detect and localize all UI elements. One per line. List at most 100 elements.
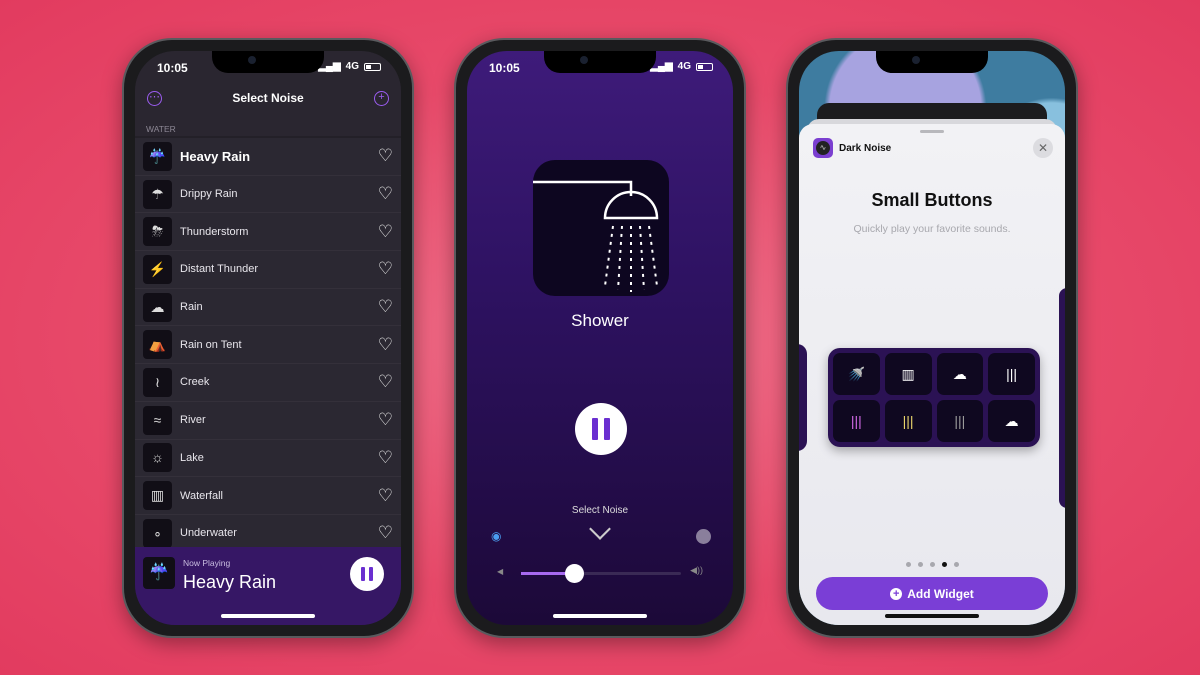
rain-icon: ☁ bbox=[143, 292, 172, 322]
add-widget-label: Add Widget bbox=[907, 586, 974, 601]
sheet-grabber[interactable] bbox=[920, 130, 944, 133]
list-item-label: Distant Thunder bbox=[180, 263, 259, 276]
battery-icon bbox=[696, 62, 713, 71]
list-item[interactable]: ☂ Drippy Rain ♡ bbox=[135, 175, 401, 214]
shower-artwork bbox=[533, 160, 669, 296]
phone-player: 10:05 ▂▄▆ 4G Shower Select Noise ◉ ◀ ◀)) bbox=[454, 38, 746, 638]
lake-icon: ☼ bbox=[143, 443, 172, 473]
volume-high-icon: ◀)) bbox=[690, 565, 703, 575]
list-item[interactable]: ☼ Lake ♡ bbox=[135, 439, 401, 478]
section-header: WATER bbox=[146, 124, 176, 134]
tent-icon: ⛺ bbox=[143, 330, 172, 360]
drippy-rain-icon: ☂ bbox=[143, 179, 172, 209]
airplay-icon[interactable]: ◉ bbox=[491, 529, 501, 543]
widget-sound-button[interactable]: ||| bbox=[884, 400, 932, 442]
list-item[interactable]: ⛺ Rain on Tent ♡ bbox=[135, 326, 401, 365]
camera bbox=[912, 56, 920, 64]
volume-knob[interactable] bbox=[564, 564, 584, 583]
add-widget-button[interactable]: + Add Widget bbox=[816, 577, 1048, 610]
plus-icon: + bbox=[890, 587, 903, 600]
list-item-label: Thunderstorm bbox=[180, 225, 249, 238]
page-dot[interactable] bbox=[953, 562, 959, 567]
heart-icon[interactable]: ♡ bbox=[378, 146, 393, 166]
creek-icon: ≀ bbox=[143, 367, 172, 397]
list-item[interactable]: ▥ Waterfall ♡ bbox=[135, 477, 401, 515]
widget-sound-button[interactable]: 🚿 bbox=[833, 353, 880, 395]
status-right: ▂▄▆ 4G bbox=[650, 61, 713, 72]
network-label: 4G bbox=[677, 61, 691, 72]
pause-button[interactable] bbox=[575, 403, 627, 455]
now-playing-caption: Now Playing bbox=[183, 558, 231, 568]
heart-icon[interactable]: ♡ bbox=[378, 222, 393, 242]
list-item[interactable]: ☔ Heavy Rain ♡ bbox=[135, 138, 401, 176]
heart-icon[interactable]: ♡ bbox=[378, 410, 393, 430]
heart-icon[interactable]: ♡ bbox=[378, 448, 393, 468]
heavy-rain-icon: ☔ bbox=[143, 141, 172, 171]
widget-title: Small Buttons bbox=[871, 190, 993, 210]
chevron-down-icon[interactable] bbox=[589, 518, 611, 540]
page-dot[interactable] bbox=[929, 562, 935, 567]
previous-widget-preview[interactable] bbox=[799, 344, 807, 451]
list-item[interactable]: ≈ River ♡ bbox=[135, 401, 401, 440]
heart-icon[interactable]: ♡ bbox=[378, 184, 393, 204]
pause-button[interactable] bbox=[350, 557, 384, 591]
heart-icon[interactable]: ♡ bbox=[378, 486, 393, 506]
player-screen: 10:05 ▂▄▆ 4G Shower Select Noise ◉ ◀ ◀)) bbox=[467, 51, 733, 625]
timer-icon[interactable] bbox=[696, 529, 711, 544]
list-item-label: Underwater bbox=[180, 527, 237, 540]
widget-sound-button[interactable]: ☁ bbox=[936, 353, 984, 395]
home-indicator bbox=[553, 614, 647, 618]
volume-low-icon: ◀ bbox=[497, 567, 504, 576]
select-noise-label[interactable]: Select Noise bbox=[467, 505, 733, 516]
heart-icon[interactable]: ♡ bbox=[378, 372, 393, 392]
heart-icon[interactable]: ♡ bbox=[378, 335, 393, 355]
list-item-label: River bbox=[180, 414, 206, 427]
page-title: Select Noise bbox=[232, 91, 304, 105]
camera bbox=[580, 56, 588, 64]
home-indicator bbox=[221, 614, 315, 618]
list-item[interactable]: ☁ Rain ♡ bbox=[135, 288, 401, 327]
widget-sound-button[interactable]: ||| bbox=[936, 400, 984, 442]
shower-icon bbox=[533, 180, 659, 292]
notch bbox=[876, 51, 988, 73]
network-label: 4G bbox=[345, 61, 359, 72]
notch bbox=[544, 51, 656, 73]
widget-sound-button[interactable]: ||| bbox=[833, 400, 880, 442]
list-item[interactable]: ⚡ Distant Thunder ♡ bbox=[135, 251, 401, 289]
distant-thunder-icon: ⚡ bbox=[143, 254, 172, 284]
status-right: ▂▄▆ 4G bbox=[318, 61, 381, 72]
heart-icon[interactable]: ♡ bbox=[378, 297, 393, 317]
list-item-label: Rain on Tent bbox=[180, 338, 242, 351]
list-item[interactable]: ⛈ Thunderstorm ♡ bbox=[135, 213, 401, 252]
app-name: Dark Noise bbox=[839, 143, 892, 154]
widget-sound-button[interactable]: ||| bbox=[988, 353, 1035, 395]
widget-sound-button[interactable]: ☁ bbox=[988, 400, 1035, 442]
sound-title: Shower bbox=[571, 311, 629, 330]
camera bbox=[248, 56, 256, 64]
widget-sound-button[interactable]: ▥ bbox=[884, 353, 932, 395]
close-button[interactable]: ✕ bbox=[1033, 138, 1053, 158]
page-indicator[interactable] bbox=[799, 562, 1065, 567]
next-widget-preview[interactable] bbox=[1059, 288, 1065, 508]
page-dot[interactable] bbox=[905, 562, 911, 567]
notch bbox=[212, 51, 324, 73]
list-item-label: Drippy Rain bbox=[180, 188, 238, 201]
bubbles-icon: ∘ bbox=[143, 518, 172, 548]
list-item-label: Creek bbox=[180, 376, 210, 389]
list-item-label: Rain bbox=[180, 301, 203, 314]
status-time: 10:05 bbox=[157, 61, 188, 75]
page-dot[interactable] bbox=[941, 562, 947, 567]
river-icon: ≈ bbox=[143, 405, 172, 435]
volume-slider[interactable] bbox=[521, 564, 681, 583]
status-time: 10:05 bbox=[489, 61, 520, 75]
waterfall-icon: ▥ bbox=[143, 481, 172, 511]
add-button[interactable]: + bbox=[374, 91, 389, 106]
page-dot[interactable] bbox=[917, 562, 923, 567]
heart-icon[interactable]: ♡ bbox=[378, 523, 393, 543]
thunderstorm-icon: ⛈ bbox=[143, 217, 172, 247]
list-item[interactable]: ≀ Creek ♡ bbox=[135, 364, 401, 402]
heart-icon[interactable]: ♡ bbox=[378, 259, 393, 279]
small-buttons-widget-preview[interactable]: 🚿 ▥ ☁ ||| ||| ||| ||| ☁ bbox=[828, 348, 1040, 447]
select-noise-screen: 10:05 ▂▄▆ 4G ⋯ Select Noise + WATER ☔ Heavy… bbox=[135, 51, 401, 625]
list-item-label: Lake bbox=[180, 451, 204, 464]
